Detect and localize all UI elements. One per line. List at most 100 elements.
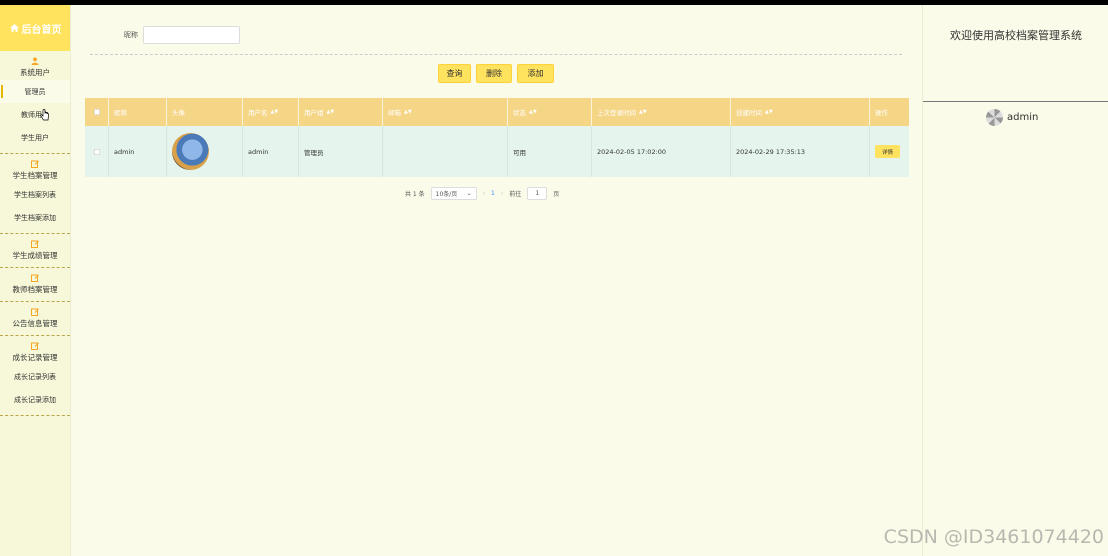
pagination: 共 1 条 10条/页 ⌄ ‹ 1 › 前往 1 页 (405, 187, 559, 200)
sidebar-group-title: 系统用户 (20, 68, 50, 77)
sort-icon[interactable]: ▲▼ (404, 109, 412, 115)
welcome-title: 欢迎使用高校档案管理系统 (950, 29, 1082, 42)
col-last-login[interactable]: 上次登录时间 ▲▼ (592, 98, 731, 126)
nickname-search-input[interactable] (143, 26, 240, 44)
sidebar-item-growth-record-add[interactable]: 成长记录添加 (0, 388, 70, 411)
sidebar-group-header[interactable]: 教师档案管理 (0, 272, 70, 297)
edit-icon (31, 342, 39, 350)
page-unit: 页 (553, 191, 560, 198)
select-all-cell (85, 98, 109, 126)
sort-icon[interactable]: ▲▼ (529, 109, 537, 115)
sidebar-group-growth-records: 成长记录管理 成长记录列表 成长记录添加 (0, 336, 70, 416)
action-buttons: 查询 删除 添加 (438, 64, 554, 83)
sidebar-item-label: 成长记录添加 (14, 395, 56, 404)
edit-icon (31, 308, 39, 316)
home-icon (9, 24, 19, 32)
sidebar-item-label: 学生档案列表 (14, 190, 56, 199)
pagination-total: 共 1 条 (405, 191, 425, 198)
sidebar-item-student-archive-list[interactable]: 学生档案列表 (0, 183, 70, 206)
home-link[interactable]: 后台首页 (0, 5, 70, 51)
sidebar-group-title: 公告信息管理 (12, 319, 58, 328)
column-label: 创建时间 (736, 109, 762, 117)
divider (923, 101, 1108, 102)
logo-text: 后台首页 (21, 24, 62, 36)
user-icon (31, 57, 39, 65)
column-label: 操作 (875, 109, 888, 117)
col-avatar: 头像 (167, 98, 243, 126)
col-nickname[interactable]: 昵称 (109, 98, 167, 126)
avatar (172, 133, 209, 170)
col-status[interactable]: 状态 ▲▼ (508, 98, 592, 126)
sidebar-group-student-archives: 学生档案管理 学生档案列表 学生档案添加 (0, 154, 70, 234)
column-label: 邮箱 (388, 109, 401, 117)
col-group[interactable]: 用户组 ▲▼ (299, 98, 383, 126)
cell-status: 可用 (508, 126, 592, 177)
sort-icon[interactable]: ▲▼ (765, 109, 773, 115)
column-label: 用户组 (304, 109, 324, 117)
sidebar-group-header[interactable]: 学生档案管理 (0, 158, 70, 183)
sidebar-group-header[interactable]: 公告信息管理 (0, 306, 70, 331)
current-user-name: admin (1007, 112, 1039, 123)
sidebar-item-admin[interactable]: 管理员 (0, 80, 70, 103)
table-header: 昵称 头像 用户名 ▲▼ 用户组 ▲▼ 邮箱 ▲▼ 状态 ▲▼ 上次登录时间 ▲▼ 创建时… (85, 98, 909, 126)
cell-email (383, 126, 508, 177)
query-button[interactable]: 查询 (438, 64, 471, 83)
sidebar-item-label: 管理员 (24, 87, 46, 96)
sidebar-group-teacher-archives: 教师档案管理 (0, 268, 70, 302)
sort-icon[interactable]: ▲▼ (271, 109, 279, 115)
sidebar-item-label: 成长记录列表 (14, 372, 56, 381)
column-label: 状态 (513, 109, 526, 117)
sidebar-group-student-scores: 学生成绩管理 (0, 234, 70, 268)
detail-button[interactable]: 详情 (875, 145, 900, 158)
hand-cursor-icon (40, 109, 49, 121)
sidebar: 后台首页 系统用户 管理员 教师用户 学生用户 学生档案管理 学生档案列表 学生… (0, 5, 71, 556)
cell-username: admin (243, 126, 299, 177)
prev-page-icon[interactable]: ‹ (483, 190, 485, 197)
sidebar-item-growth-record-list[interactable]: 成长记录列表 (0, 365, 70, 388)
sidebar-group-title: 学生成绩管理 (12, 251, 58, 260)
cell-avatar (167, 126, 243, 177)
main-content: 昵称 查询 删除 添加 昵称 头像 用户名 ▲▼ 用户组 ▲▼ 邮箱 ▲▼ 状态 ▲▼ … (72, 5, 921, 556)
cell-actions: 详情 (870, 126, 909, 177)
goto-label: 前往 (509, 191, 522, 198)
next-page-icon[interactable]: › (501, 190, 503, 197)
sidebar-item-teacher-users[interactable]: 教师用户 (0, 103, 70, 126)
right-panel: 欢迎使用高校档案管理系统 admin (922, 5, 1108, 556)
sidebar-group-announcements: 公告信息管理 (0, 302, 70, 336)
column-label: 昵称 (114, 109, 127, 117)
row-select-cell (85, 126, 109, 177)
column-label: 头像 (172, 109, 185, 117)
delete-button[interactable]: 删除 (476, 64, 512, 83)
sidebar-group-header[interactable]: 学生成绩管理 (0, 238, 70, 263)
table-row[interactable]: admin admin 管理员 可用 2024-02-05 17:02:00 2… (85, 126, 909, 177)
page-number[interactable]: 1 (491, 190, 495, 197)
sidebar-group-title: 成长记录管理 (12, 353, 58, 362)
current-user[interactable]: admin (986, 109, 1038, 126)
select-all-checkbox[interactable] (93, 109, 100, 115)
page-size-value: 10条/页 (435, 191, 458, 198)
col-email[interactable]: 邮箱 ▲▼ (383, 98, 508, 126)
add-button[interactable]: 添加 (517, 64, 554, 83)
sidebar-group-header[interactable]: 成长记录管理 (0, 340, 70, 365)
sidebar-group-header[interactable]: 系统用户 (0, 55, 70, 80)
sort-icon[interactable]: ▲▼ (327, 109, 335, 115)
goto-page-input[interactable]: 1 (527, 187, 548, 200)
col-actions: 操作 (870, 98, 909, 126)
cell-nickname: admin (109, 126, 167, 177)
search-row: 昵称 (124, 26, 240, 44)
sidebar-item-student-archive-add[interactable]: 学生档案添加 (0, 206, 70, 229)
watermark: CSDN @ID3461074420 (883, 526, 1104, 548)
sidebar-item-student-users[interactable]: 学生用户 (0, 126, 70, 149)
edit-icon (31, 274, 39, 282)
page-size-select[interactable]: 10条/页 ⌄ (430, 187, 477, 200)
user-table: 昵称 头像 用户名 ▲▼ 用户组 ▲▼ 邮箱 ▲▼ 状态 ▲▼ 上次登录时间 ▲▼ 创建时… (85, 98, 909, 177)
col-username[interactable]: 用户名 ▲▼ (243, 98, 299, 126)
sidebar-group-system-users: 系统用户 管理员 教师用户 学生用户 (0, 51, 70, 154)
sort-icon[interactable]: ▲▼ (639, 109, 647, 115)
col-created[interactable]: 创建时间 ▲▼ (731, 98, 870, 126)
sidebar-item-label: 学生档案添加 (14, 213, 56, 222)
search-label: 昵称 (124, 31, 138, 39)
edit-icon (31, 240, 39, 248)
row-checkbox[interactable] (93, 148, 100, 155)
cell-group: 管理员 (299, 126, 383, 177)
